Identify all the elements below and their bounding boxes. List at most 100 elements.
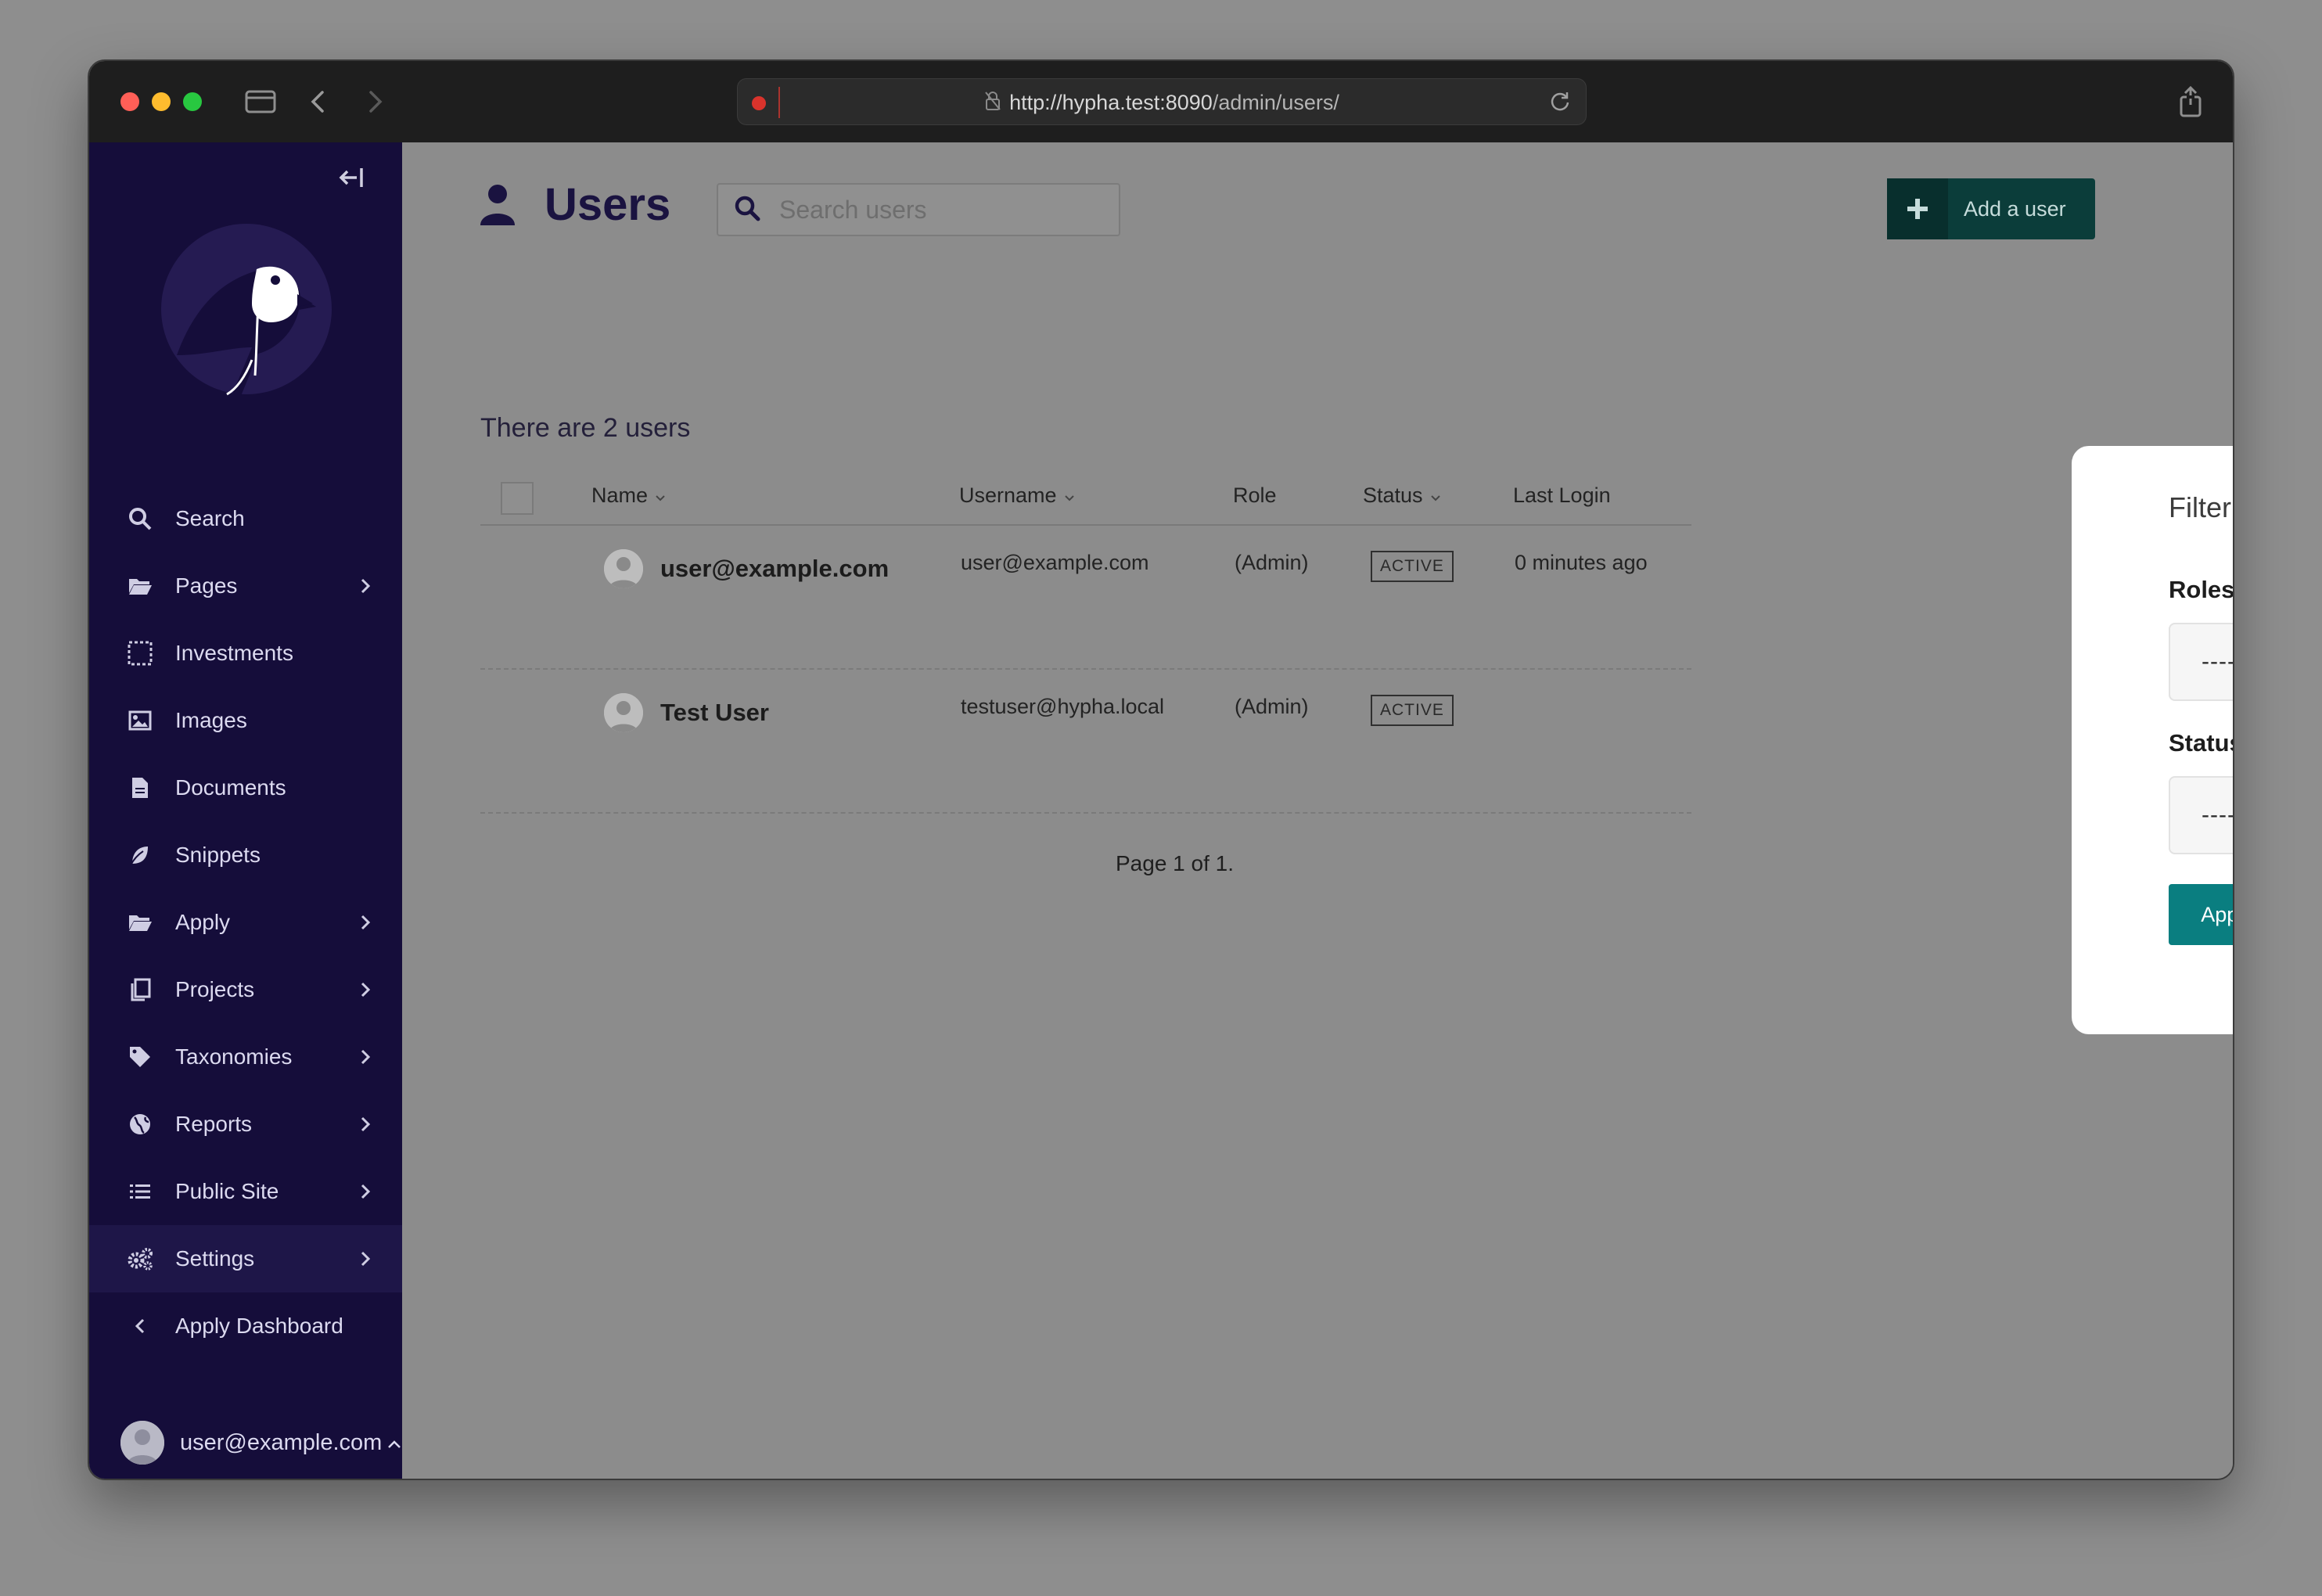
sidebar-item-investments[interactable]: Investments [89,620,402,687]
list-icon [127,1178,153,1205]
chevron-right-icon [360,1249,371,1274]
status-badge: ACTIVE [1371,551,1454,582]
sidebar-item-search[interactable]: Search [89,485,402,552]
sidebar-item-label: Documents [175,775,286,800]
sidebar-item-public-site[interactable]: Public Site [89,1158,402,1225]
copy-icon [127,976,153,1003]
user-name: user@example.com [660,555,890,582]
last-login-cell: 0 minutes ago [1515,551,1648,574]
chevron-right-icon [360,980,371,1005]
reload-icon[interactable] [1548,90,1572,117]
back-icon[interactable] [302,84,333,119]
avatar [604,549,643,588]
chevron-right-icon [360,1114,371,1139]
tag-icon [127,1044,153,1070]
sidebar-item-snippets[interactable]: Snippets [89,821,402,889]
result-count: There are 2 users [480,413,691,443]
user-name-link[interactable]: user@example.com [604,549,889,588]
browser-window: http://hypha.test:8090/admin/users/ Sear… [88,59,2234,1480]
sidebar-item-label: Public Site [175,1179,279,1203]
add-user-button[interactable]: Add a user [1887,178,2095,239]
sidebar-item-label: Settings [175,1246,255,1271]
username-cell: user@example.com [961,551,1149,574]
sort-chevron-icon [654,483,667,508]
sidebar-item-apply-dashboard[interactable]: Apply Dashboard [89,1292,402,1360]
sidebar-toggle-icon[interactable] [243,84,279,119]
sidebar-item-documents[interactable]: Documents [89,754,402,821]
sidebar-item-label: Images [175,708,247,732]
leaf-icon [127,842,153,868]
avatar [604,693,643,732]
close-window-button[interactable] [120,92,139,111]
sidebar-item-label: Reports [175,1112,253,1136]
user-icon [479,183,516,227]
sidebar-item-reports[interactable]: Reports [89,1091,402,1158]
sidebar-item-images[interactable]: Images [89,687,402,754]
column-label: Status [1363,483,1423,507]
lock-icon [984,81,1001,128]
sidebar-item-apply[interactable]: Apply [89,889,402,956]
sort-chevron-icon [1063,483,1076,508]
sidebar-item-settings[interactable]: Settings [89,1225,402,1292]
sort-chevron-icon [1429,483,1442,508]
url-path: /admin/users/ [1212,91,1339,114]
sidebar-item-label: Projects [175,977,255,1001]
account-email: user@example.com [180,1429,383,1455]
account-menu[interactable]: user@example.com [120,1421,402,1465]
column-label: Last Login [1513,483,1611,507]
forward-icon[interactable] [360,84,391,119]
dashed-box-icon [127,640,153,667]
column-status[interactable]: Status [1363,483,1442,508]
sidebar-item-label: Search [175,506,245,530]
wagtail-logo[interactable] [160,222,333,396]
sidebar-item-pages[interactable]: Pages [89,552,402,620]
share-icon[interactable] [2173,84,2208,119]
add-user-label: Add a user [1964,196,2066,221]
chevron-right-icon [360,1047,371,1072]
chevron-right-icon [360,912,371,937]
table-row: Test User testuser@hypha.local (Admin) A… [480,670,1691,814]
collapse-sidebar-icon[interactable] [338,166,365,193]
column-last-login: Last Login [1513,483,1611,508]
sidebar-item-label: Investments [175,641,293,665]
sidebar-item-label: Taxonomies [175,1044,293,1069]
sidebar-item-taxonomies[interactable]: Taxonomies [89,1023,402,1091]
sidebar-item-label: Apply [175,910,231,934]
sidebar-item-projects[interactable]: Projects [89,956,402,1023]
address-bar[interactable]: http://hypha.test:8090/admin/users/ [737,78,1587,125]
search-field[interactable] [717,183,1120,236]
search-icon [734,195,760,225]
main-content: Users Add a user There are 2 users Name [402,142,2233,1479]
role-cell: (Admin) [1235,551,1309,574]
status-select[interactable]: --------- [2169,776,2233,854]
zoom-window-button[interactable] [183,92,202,111]
user-name-link[interactable]: Test User [604,693,769,732]
table-row: user@example.com user@example.com (Admin… [480,526,1691,670]
minimize-window-button[interactable] [152,92,171,111]
roles-select[interactable]: --------- [2169,623,2233,701]
filter-title: Filter [2169,491,2231,523]
apply-filters-button[interactable]: Apply filters [2169,884,2233,945]
status-label: Status: [2169,729,2233,757]
user-name: Test User [660,699,769,726]
sidebar-nav: Search Pages Investments Images Document… [89,485,402,1360]
chevron-right-icon [360,1181,371,1206]
column-role: Role [1233,483,1277,508]
document-icon [127,775,153,801]
role-cell: (Admin) [1235,695,1309,718]
folder-open-icon [127,909,153,936]
search-icon [127,505,153,532]
browser-titlebar: http://hypha.test:8090/admin/users/ [89,61,2233,142]
table-header: Name Username Role Status Last Login [480,471,1691,526]
sidebar-item-label: Pages [175,573,238,598]
chevron-left-icon [127,1313,153,1339]
chevron-right-icon [360,576,371,601]
image-icon [127,707,153,734]
select-all-checkbox[interactable] [501,482,534,515]
column-label: Name [591,483,649,507]
globe-icon [127,1111,153,1138]
search-input[interactable] [779,195,1108,225]
page-heading: Users [545,179,671,230]
column-name[interactable]: Name [591,483,667,508]
column-username[interactable]: Username [959,483,1076,508]
